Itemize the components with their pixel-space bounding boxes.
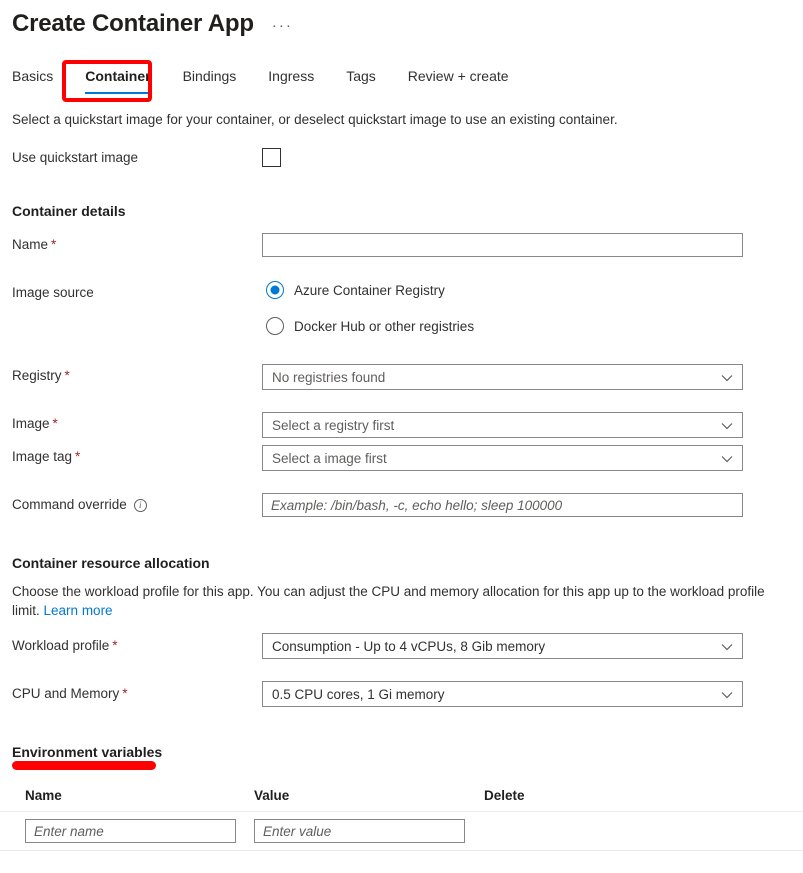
chevron-down-icon: [721, 689, 732, 700]
page-header: Create Container App ···: [12, 6, 293, 42]
image-dropdown-value: Select a registry first: [272, 418, 394, 433]
image-source-label: Image source: [12, 283, 94, 303]
registry-dropdown[interactable]: No registries found: [262, 364, 743, 390]
image-tag-dropdown[interactable]: Select a image first: [262, 445, 743, 471]
tab-container[interactable]: Container: [85, 66, 150, 94]
image-required-marker: *: [53, 414, 58, 434]
cpu-and-memory-dropdown[interactable]: 0.5 CPU cores, 1 Gi memory: [262, 681, 743, 707]
name-required-marker: *: [51, 235, 56, 255]
name-label: Name *: [12, 235, 56, 255]
env-name-input[interactable]: Enter name: [25, 819, 236, 843]
tab-basics[interactable]: Basics: [12, 66, 53, 94]
image-label-text: Image: [12, 414, 50, 434]
radio-azure-container-registry-label: Azure Container Registry: [294, 283, 445, 298]
learn-more-link-part1[interactable]: Learn: [44, 603, 79, 618]
use-quickstart-image-label: Use quickstart image: [12, 148, 138, 168]
tab-ingress[interactable]: Ingress: [268, 66, 314, 94]
workload-profile-required-marker: *: [112, 636, 117, 656]
chevron-down-icon: [721, 453, 732, 464]
environment-variables-table: Name Value Delete Enter name Enter value: [0, 780, 803, 851]
tab-review-create[interactable]: Review + create: [408, 66, 509, 94]
use-quickstart-image-checkbox[interactable]: [262, 148, 281, 167]
container-details-heading: Container details: [12, 201, 126, 221]
chevron-down-icon: [721, 420, 732, 431]
env-value-input[interactable]: Enter value: [254, 819, 465, 843]
table-row: Enter name Enter value: [0, 811, 803, 851]
radio-docker-hub[interactable]: Docker Hub or other registries: [266, 317, 474, 335]
more-options-icon[interactable]: ···: [272, 6, 293, 42]
table-header-row: Name Value Delete: [0, 780, 803, 811]
name-label-text: Name: [12, 235, 48, 255]
image-tag-required-marker: *: [75, 447, 80, 467]
tab-tags[interactable]: Tags: [346, 66, 376, 94]
resource-allocation-description: Choose the workload profile for this app…: [12, 582, 787, 620]
image-tag-dropdown-value: Select a image first: [272, 451, 387, 466]
command-override-label: Command override i: [12, 495, 147, 515]
env-value-placeholder: Enter value: [263, 824, 331, 839]
annotation-underline-environment-variables: [12, 761, 156, 770]
registry-label: Registry *: [12, 366, 70, 386]
name-input[interactable]: [262, 233, 743, 257]
registry-dropdown-value: No registries found: [272, 370, 385, 385]
radio-docker-hub-indicator[interactable]: [266, 317, 284, 335]
environment-variables-heading: Environment variables: [12, 742, 162, 762]
column-header-value: Value: [254, 788, 289, 803]
env-name-placeholder: Enter name: [34, 824, 104, 839]
cpu-and-memory-label: CPU and Memory *: [12, 684, 128, 704]
column-header-delete: Delete: [484, 788, 525, 803]
image-tag-label-text: Image tag: [12, 447, 72, 467]
radio-docker-hub-label: Docker Hub or other registries: [294, 319, 474, 334]
image-label: Image *: [12, 414, 58, 434]
registry-required-marker: *: [65, 366, 70, 386]
command-override-label-text: Command override: [12, 495, 127, 515]
radio-azure-container-registry-indicator[interactable]: [266, 281, 284, 299]
workload-profile-dropdown[interactable]: Consumption - Up to 4 vCPUs, 8 Gib memor…: [262, 633, 743, 659]
workload-profile-dropdown-value: Consumption - Up to 4 vCPUs, 8 Gib memor…: [272, 639, 545, 654]
image-tag-label: Image tag *: [12, 447, 80, 467]
page-title: Create Container App: [12, 8, 254, 40]
column-header-name: Name: [25, 788, 62, 803]
command-override-placeholder: Example: /bin/bash, -c, echo hello; slee…: [271, 498, 562, 513]
tab-bar: Basics Container Bindings Ingress Tags R…: [12, 66, 541, 94]
image-dropdown[interactable]: Select a registry first: [262, 412, 743, 438]
quickstart-description: Select a quickstart image for your conta…: [12, 110, 672, 129]
radio-azure-container-registry[interactable]: Azure Container Registry: [266, 281, 445, 299]
resource-allocation-heading: Container resource allocation: [12, 553, 210, 573]
workload-profile-label-text: Workload profile: [12, 636, 109, 656]
info-icon[interactable]: i: [134, 499, 147, 512]
chevron-down-icon: [721, 372, 732, 383]
learn-more-link-part2[interactable]: more: [82, 603, 113, 618]
tab-bindings[interactable]: Bindings: [183, 66, 237, 94]
resource-allocation-description-text: Choose the workload profile for this app…: [12, 584, 765, 618]
command-override-input[interactable]: Example: /bin/bash, -c, echo hello; slee…: [262, 493, 743, 517]
cpu-and-memory-dropdown-value: 0.5 CPU cores, 1 Gi memory: [272, 687, 445, 702]
cpu-and-memory-label-text: CPU and Memory: [12, 684, 119, 704]
workload-profile-label: Workload profile *: [12, 636, 118, 656]
cpu-and-memory-required-marker: *: [122, 684, 127, 704]
chevron-down-icon: [721, 641, 732, 652]
registry-label-text: Registry: [12, 366, 62, 386]
